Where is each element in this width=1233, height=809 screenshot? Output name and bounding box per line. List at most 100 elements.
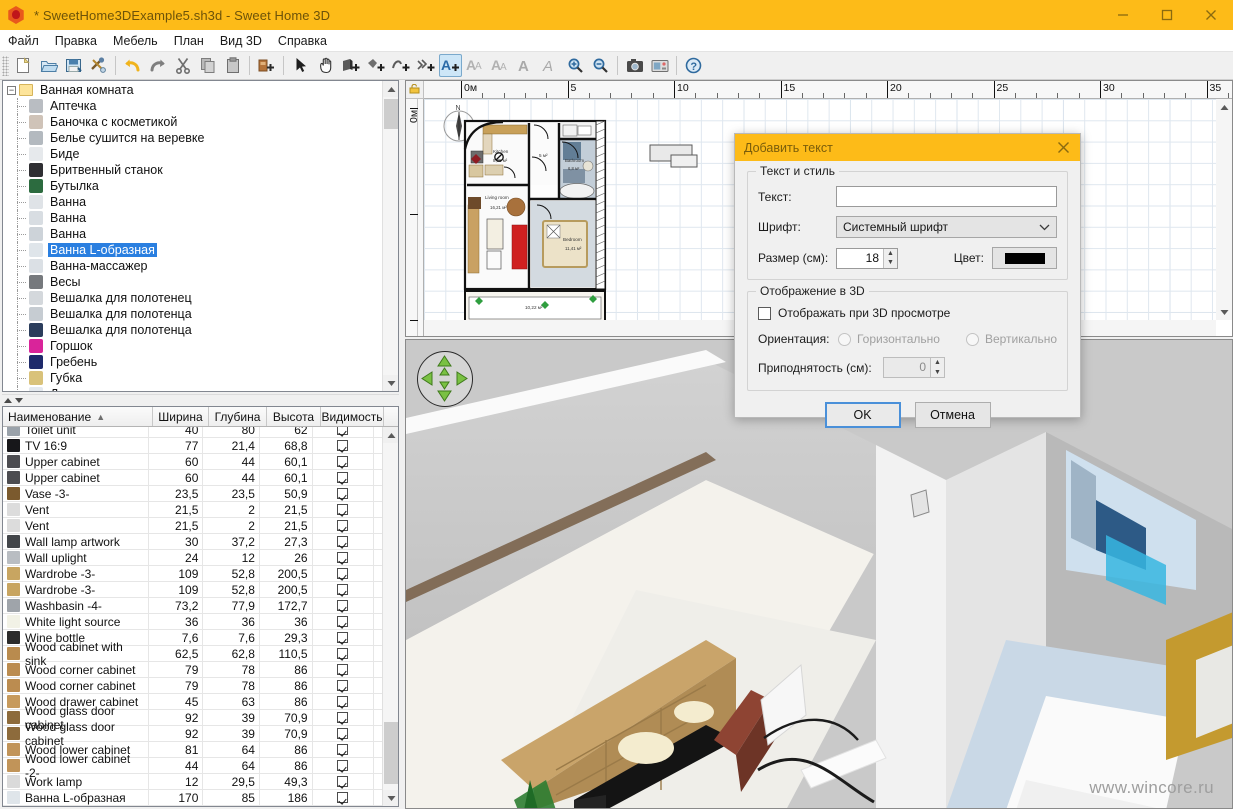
copy-icon[interactable] bbox=[196, 54, 219, 77]
visibility-checkbox[interactable] bbox=[337, 520, 349, 531]
visibility-checkbox[interactable] bbox=[337, 760, 349, 771]
visibility-checkbox[interactable] bbox=[337, 536, 349, 547]
ruler-corner[interactable] bbox=[406, 81, 424, 99]
table-row[interactable]: Wood cabinet with sink 62,5 62,8 110,5 bbox=[3, 640, 382, 668]
visibility-checkbox[interactable] bbox=[337, 792, 349, 803]
panel-splitter[interactable] bbox=[2, 394, 399, 406]
size-stepper-down[interactable]: ▼ bbox=[884, 258, 897, 268]
open-icon[interactable] bbox=[37, 54, 60, 77]
tree-scroll-down-button[interactable] bbox=[383, 375, 398, 391]
font-select[interactable]: Системный шрифт bbox=[836, 216, 1057, 238]
add-text-dialog[interactable]: Добавить текст Текст и стиль Текст: Шриф… bbox=[734, 133, 1081, 428]
table-row[interactable]: Work lamp 12 29,5 49,3 bbox=[3, 773, 382, 790]
zoom-in-icon[interactable] bbox=[564, 54, 587, 77]
tree-item-10[interactable]: Ванна-массажер bbox=[3, 258, 382, 274]
ok-button[interactable]: OK bbox=[824, 402, 901, 428]
visibility-checkbox[interactable] bbox=[337, 552, 349, 563]
tree-item-14[interactable]: Вешалка для полотенца bbox=[3, 322, 382, 338]
tree-item-3[interactable]: Биде bbox=[3, 146, 382, 162]
table-row[interactable]: White light source 36 36 36 bbox=[3, 613, 382, 630]
tree-item-5[interactable]: Бутылка bbox=[3, 178, 382, 194]
tree-item-7[interactable]: Ванна bbox=[3, 210, 382, 226]
visibility-checkbox[interactable] bbox=[337, 440, 349, 451]
splitter-collapse-up-icon[interactable] bbox=[4, 398, 12, 403]
table-row[interactable]: Wood corner cabinet 79 78 86 bbox=[3, 661, 382, 678]
orientation-horizontal-radio[interactable] bbox=[837, 332, 851, 346]
select-pointer-icon[interactable] bbox=[289, 54, 312, 77]
tree-item-13[interactable]: Вешалка для полотенца bbox=[3, 306, 382, 322]
tree-item-4[interactable]: Бритвенный станок bbox=[3, 162, 382, 178]
table-vertical-scrollbar[interactable] bbox=[382, 427, 398, 806]
table-row[interactable]: Wall uplight 24 12 26 bbox=[3, 549, 382, 566]
tree-item-17[interactable]: Губка bbox=[3, 370, 382, 386]
table-scrollbar-thumb[interactable] bbox=[384, 722, 398, 784]
column-header-name[interactable]: Наименование ▲ bbox=[3, 407, 153, 426]
table-row[interactable]: Wood lower cabinet -2- 44 64 86 bbox=[3, 752, 382, 780]
visibility-checkbox[interactable] bbox=[337, 488, 349, 499]
elevation-stepper-up[interactable]: ▲ bbox=[931, 358, 944, 368]
size-stepper-buttons[interactable]: ▲ ▼ bbox=[883, 248, 897, 268]
visibility-checkbox[interactable] bbox=[337, 568, 349, 579]
tree-scroll-up-button[interactable] bbox=[383, 81, 398, 97]
table-row[interactable]: Wardrobe -3- 109 52,8 200,5 bbox=[3, 581, 382, 598]
table-row[interactable]: Vent 21,5 2 21,5 bbox=[3, 517, 382, 534]
tree-item-18[interactable]: Дверь в душ bbox=[3, 386, 382, 391]
plan-vertical-scrollbar[interactable] bbox=[1216, 99, 1232, 320]
create-walls-icon[interactable] bbox=[339, 54, 362, 77]
undo-icon[interactable] bbox=[121, 54, 144, 77]
preferences-icon[interactable] bbox=[87, 54, 110, 77]
visibility-checkbox[interactable] bbox=[337, 776, 349, 787]
zoom-out-icon[interactable] bbox=[589, 54, 612, 77]
text-input[interactable] bbox=[836, 186, 1057, 207]
table-row[interactable]: Wardrobe -3- 109 52,8 200,5 bbox=[3, 565, 382, 582]
size-stepper-up[interactable]: ▲ bbox=[884, 249, 897, 259]
table-scroll-up-button[interactable] bbox=[383, 427, 398, 443]
visibility-checkbox[interactable] bbox=[337, 472, 349, 483]
maximize-button[interactable] bbox=[1145, 0, 1189, 30]
dialog-close-button[interactable] bbox=[1046, 134, 1080, 161]
increase-text-size-icon[interactable]: A bbox=[514, 54, 537, 77]
help-icon[interactable]: ? bbox=[682, 54, 705, 77]
menu-3dview[interactable]: Вид 3D bbox=[212, 32, 270, 50]
table-row[interactable]: Ванна L-образная 170 85 186 bbox=[3, 789, 382, 806]
cancel-button[interactable]: Отмена bbox=[914, 402, 991, 428]
visibility-checkbox[interactable] bbox=[337, 664, 349, 675]
table-row[interactable]: Wall lamp artwork 30 37,2 27,3 bbox=[3, 533, 382, 550]
furniture-table[interactable]: Наименование ▲ Ширина Глубина Высота Вид… bbox=[2, 406, 399, 807]
size-stepper[interactable]: 18 ▲ ▼ bbox=[836, 247, 898, 269]
tree-scrollbar-thumb[interactable] bbox=[384, 99, 398, 129]
menu-plan[interactable]: План bbox=[166, 32, 212, 50]
tree-item-8[interactable]: Ванна bbox=[3, 226, 382, 242]
splitter-collapse-down-icon[interactable] bbox=[15, 398, 23, 403]
toggle-bold-icon[interactable]: AA bbox=[489, 54, 512, 77]
visibility-checkbox[interactable] bbox=[337, 504, 349, 515]
create-room-icon[interactable] bbox=[364, 54, 387, 77]
visibility-checkbox[interactable] bbox=[337, 616, 349, 627]
pan-hand-icon[interactable] bbox=[314, 54, 337, 77]
save-icon[interactable] bbox=[62, 54, 85, 77]
elevation-stepper[interactable]: 0 ▲ ▼ bbox=[883, 357, 945, 378]
visibility-checkbox[interactable] bbox=[337, 632, 349, 643]
plan-scroll-down-button[interactable] bbox=[1216, 304, 1232, 320]
toolbar-grip[interactable] bbox=[2, 55, 9, 76]
visibility-checkbox[interactable] bbox=[337, 584, 349, 595]
create-dimension-icon[interactable] bbox=[414, 54, 437, 77]
column-header-height[interactable]: Высота bbox=[267, 407, 321, 426]
visibility-checkbox[interactable] bbox=[337, 696, 349, 707]
tree-item-15[interactable]: Горшок bbox=[3, 338, 382, 354]
tree-item-0[interactable]: Аптечка bbox=[3, 98, 382, 114]
column-header-visibility[interactable]: Видимость bbox=[321, 407, 384, 426]
visibility-checkbox[interactable] bbox=[337, 600, 349, 611]
tree-root-node[interactable]: − Ванная комната bbox=[3, 82, 382, 98]
3d-navigation-compass[interactable] bbox=[417, 351, 473, 407]
paste-icon[interactable] bbox=[221, 54, 244, 77]
visibility-checkbox[interactable] bbox=[337, 648, 349, 659]
menu-file[interactable]: Файл bbox=[0, 32, 47, 50]
visibility-checkbox[interactable] bbox=[337, 456, 349, 467]
photo-create-icon[interactable] bbox=[623, 54, 646, 77]
furniture-catalog-tree[interactable]: − Ванная комната Аптечка Баночка с косметик… bbox=[2, 80, 399, 392]
add-furniture-icon[interactable] bbox=[255, 54, 278, 77]
table-row[interactable]: Toilet unit 40 80 62 bbox=[3, 427, 382, 438]
column-header-depth[interactable]: Глубина bbox=[209, 407, 267, 426]
table-row[interactable]: Washbasin -4- 73,2 77,9 172,7 bbox=[3, 597, 382, 614]
